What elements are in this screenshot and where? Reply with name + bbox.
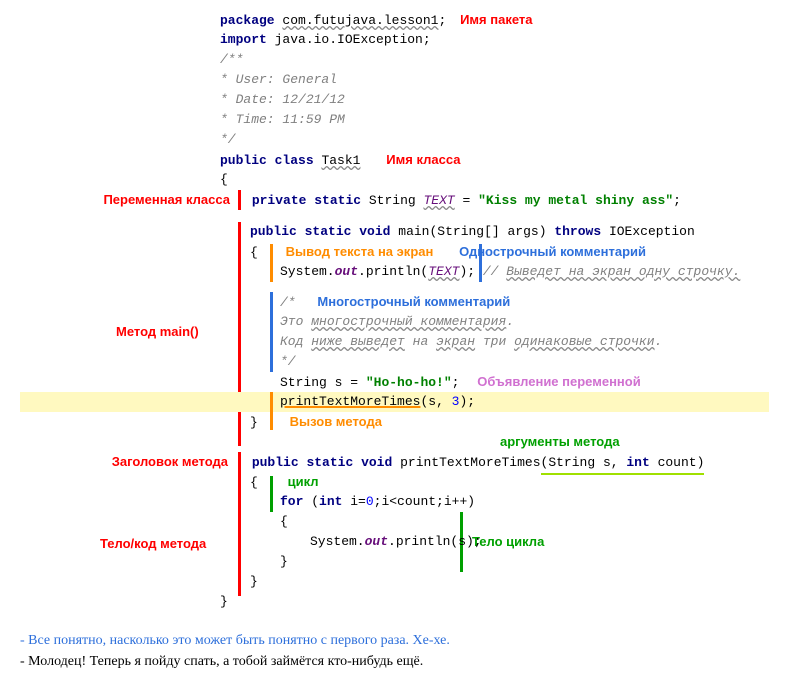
anno-method-args: аргументы метода [500,434,620,449]
method2-close: } [20,572,769,592]
main-close-brace: } Вызов метода [20,412,769,432]
line-class-decl: public class Task1 Имя класса [20,150,769,170]
dialogue-line-2: - Молодец! Теперь я пойду спать, а тобой… [20,651,769,672]
anno-multiline-comment: Многострочный комментарий [317,294,510,309]
line-package: package com.futujava.lesson1; Имя пакета [20,10,769,30]
line-string-s: String s = "Ho-ho-ho!"; Объявление перем… [20,372,769,392]
javadoc-user: * User: General [20,70,769,90]
method2-open: { цикл [20,472,769,492]
for-open-brace: { [20,512,769,532]
javadoc-time: * Time: 11:59 PM [20,110,769,130]
anno-loop: цикл [288,474,319,489]
for-close-brace: } [20,552,769,572]
anno-method-call: Вызов метода [290,414,382,429]
line-for: for (int i=0;i<count;i++) [20,492,769,512]
line-import: import java.io.IOException; [20,30,769,50]
javadoc-date: * Date: 12/21/12 [20,90,769,110]
dialogue-block: - Все понятно, насколько это может быть … [20,630,769,672]
mc-close: */ [20,352,769,372]
class-open-brace: { [20,170,769,190]
anno-class-variable: Переменная класса [66,190,230,210]
line-println-s: System.out.println(s); [20,532,769,552]
anno-var-declaration: Объявление переменной [477,374,640,389]
anno-class-name: Имя класса [386,152,460,167]
line-println-text: System.out.println(TEXT); // Выведет на … [20,262,769,282]
javadoc-close: */ [20,130,769,150]
line-method2-sig: Заголовок метода public static void prin… [20,452,769,472]
anno-print-screen: Вывод текста на экран [286,244,434,259]
anno-method-header: Заголовок метода [80,452,228,472]
anno-package-name: Имя пакета [460,12,532,27]
line-method-args-anno: аргументы метода [20,432,769,452]
main-open-brace: { Вывод текста на экран Однострочный ком… [20,242,769,262]
line-call-printmore: printTextMoreTimes(s, 3); [20,392,769,412]
dialogue-line-1: - Все понятно, насколько это может быть … [20,630,769,651]
mc-line2: Код ниже выведет на экран три одинаковые… [20,332,769,352]
mc-open: /* Многострочный комментарий [20,292,769,312]
anno-single-comment: Однострочный комментарий [459,244,646,259]
line-main-sig: public static void main(String[] args) t… [20,222,769,242]
mc-line1: Это многострочный комментария. [20,312,769,332]
javadoc-open: /** [20,50,769,70]
class-close-brace: } [20,592,769,612]
annotated-code-block: package com.futujava.lesson1; Имя пакета… [20,10,769,612]
line-class-var: Переменная класса private static String … [20,190,769,210]
